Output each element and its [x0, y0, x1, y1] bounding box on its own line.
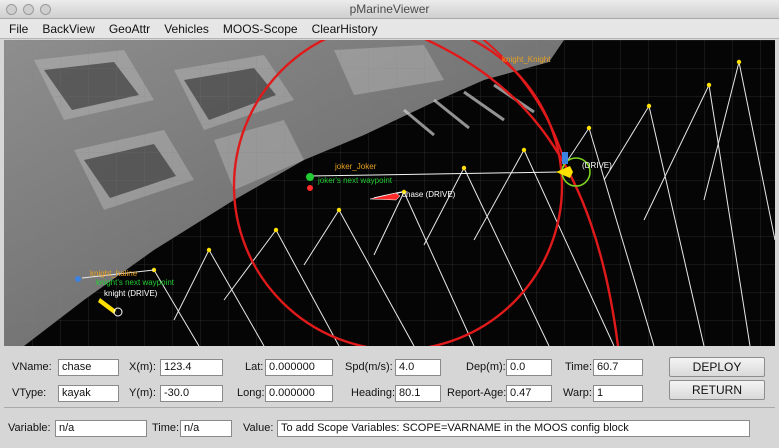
dep-label: Dep(m): [466, 361, 506, 373]
long-field[interactable]: 0.000000 [265, 385, 333, 402]
scope-variable-label: Variable: [8, 422, 51, 434]
knight-waypoint-label: knight's next waypoint [96, 278, 175, 287]
xm-label: X(m): [129, 361, 156, 373]
spd-field[interactable]: 4.0 [395, 359, 441, 376]
warp-label: Warp: [563, 387, 592, 399]
menu-moos-scope[interactable]: MOOS-Scope [216, 22, 305, 36]
ym-label: Y(m): [129, 387, 156, 399]
scope-value-field[interactable]: To add Scope Variables: SCOPE=VARNAME in… [277, 420, 750, 437]
dep-field[interactable]: 0.0 [506, 359, 552, 376]
window-title: pMarineViewer [349, 2, 430, 16]
map-canvas[interactable]: joker_Joker joker's next waypoint chase … [4, 40, 775, 346]
chase-label: chase (DRIVE) [402, 190, 456, 199]
ym-field[interactable]: -30.0 [160, 385, 223, 402]
menu-geoattr[interactable]: GeoAttr [102, 22, 157, 36]
vname-field[interactable]: chase [58, 359, 119, 376]
joker-label: joker_Joker [334, 162, 377, 171]
knight-title-label: knight_haline [90, 269, 138, 278]
map-viewer[interactable]: joker_Joker joker's next waypoint chase … [4, 40, 775, 346]
heading-label: Heading: [351, 387, 396, 399]
time-label: Time: [565, 361, 593, 373]
spd-label: Spd(m/s): [345, 361, 393, 373]
menu-vehicles[interactable]: Vehicles [157, 22, 216, 36]
vname-label: VName: [12, 361, 52, 373]
menu-clearhistory[interactable]: ClearHistory [305, 22, 385, 36]
vtype-field[interactable]: kayak [58, 385, 119, 402]
far-vehicle-label: (DRIVE) [582, 161, 612, 170]
report-age-field[interactable]: 0.47 [506, 385, 552, 402]
title-bar: pMarineViewer [0, 0, 779, 19]
scope-time-label: Time: [152, 422, 180, 434]
long-label: Long: [237, 387, 265, 399]
xm-field[interactable]: 123.4 [160, 359, 223, 376]
menu-backview[interactable]: BackView [35, 22, 101, 36]
far-vehicle-title-label: knight_Knight [502, 55, 551, 64]
time-field[interactable]: 60.7 [593, 359, 643, 376]
scope-variable-field[interactable]: n/a [55, 420, 147, 437]
scope-value-label: Value: [243, 422, 274, 434]
panel-divider [4, 407, 775, 408]
menu-file[interactable]: File [0, 22, 35, 36]
menu-bar: File BackView GeoAttr Vehicles MOOS-Scop… [0, 19, 779, 39]
knight-label: knight (DRIVE) [104, 289, 158, 298]
scope-time-field[interactable]: n/a [180, 420, 232, 437]
deploy-button[interactable]: DEPLOY [669, 357, 765, 377]
vtype-label: VType: [12, 387, 47, 399]
return-button[interactable]: RETURN [669, 380, 765, 400]
report-age-label: Report-Age: [447, 387, 507, 399]
heading-field[interactable]: 80.1 [395, 385, 441, 402]
info-panel: VName: chase X(m): 123.4 Lat: 0.000000 S… [0, 347, 779, 448]
joker-waypoint-label: joker's next waypoint [317, 176, 393, 185]
warp-field[interactable]: 1 [593, 385, 643, 402]
lat-label: Lat: [245, 361, 264, 373]
lat-field[interactable]: 0.000000 [265, 359, 333, 376]
